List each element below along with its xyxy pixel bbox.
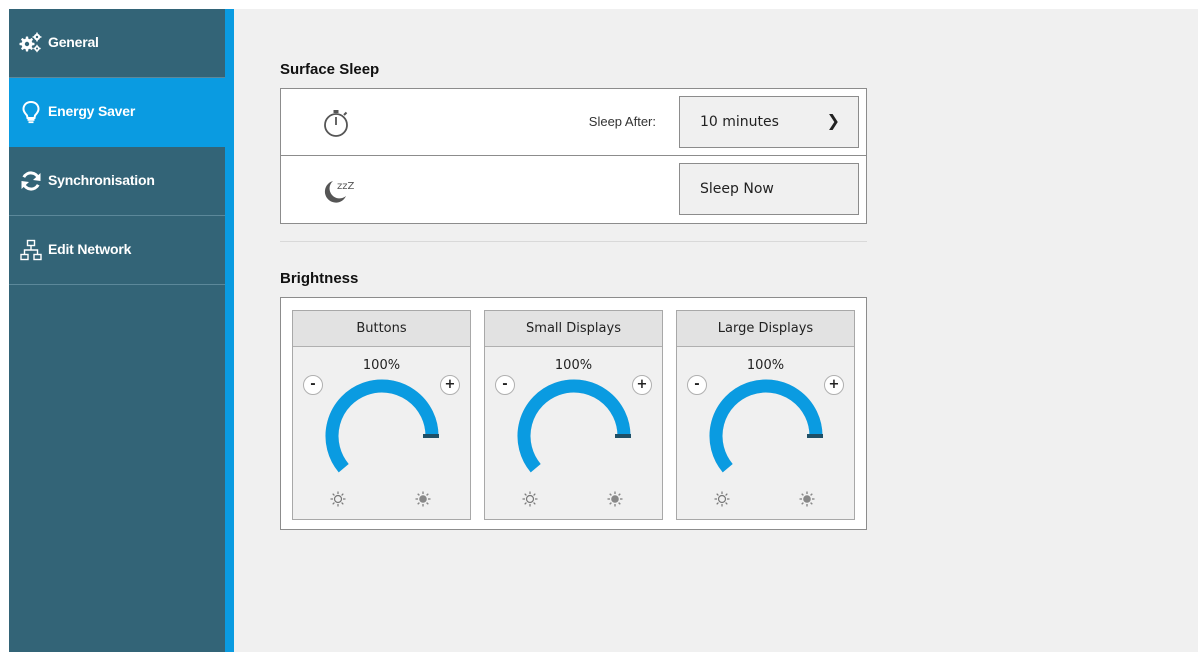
dial-fill [517,379,631,473]
sidebar-item-edit-network[interactable]: Edit Network [9,216,225,285]
brightness-panel-large-displays: Large Displays 100% - + [676,310,855,520]
panel-header: Large Displays [677,311,854,347]
lightbulb-icon [22,100,40,124]
panel-header: Small Displays [485,311,662,347]
low-brightness-icon [714,491,730,507]
sidebar-item-label: General [48,34,99,50]
zzz-text: zzZ [337,181,354,192]
sleep-after-value: 10 minutes [700,114,779,130]
sidebar-item-label: Synchronisation [48,172,155,188]
sidebar-item-synchronisation[interactable]: Synchronisation [9,147,225,216]
sleep-now-row: zzZ Sleep Now [281,156,866,223]
brightness-dial[interactable] [509,379,639,489]
section-divider [280,241,867,242]
sidebar-item-general[interactable]: General [9,9,225,78]
sidebar-item-energy-saver[interactable]: Energy Saver [9,78,225,147]
brightness-value: 100% [362,358,401,373]
sidebar-item-label: Edit Network [48,241,132,257]
sleep-now-button[interactable]: Sleep Now [679,163,859,215]
sidebar: General Energy Saver Synchronisation Edi… [9,9,225,652]
dial-fill [325,379,439,473]
network-icon [20,239,42,261]
chevron-right-icon: ❯ [826,111,840,130]
low-brightness-icon [330,491,346,507]
sidebar-item-label: Energy Saver [48,103,136,119]
moon-zzz-icon: zzZ [324,181,354,203]
app-window: General Energy Saver Synchronisation Edi… [9,9,1198,652]
surface-sleep-title: Surface Sleep [280,61,380,78]
sleep-after-row: Sleep After: 10 minutes ❯ [281,89,866,156]
brightness-value: 100% [554,358,593,373]
high-brightness-icon [799,491,815,507]
low-brightness-icon [522,491,538,507]
sleep-after-label: Sleep After: [588,114,656,129]
high-brightness-icon [607,491,623,507]
surface-sleep-box: Sleep After: 10 minutes ❯ zzZ Sleep Now [280,88,867,224]
brightness-value: 100% [746,358,785,373]
brightness-panel-buttons: Buttons 100% - + [292,310,471,520]
stopwatch-icon [324,110,348,137]
dial-fill [709,379,823,473]
brightness-dial[interactable] [317,379,447,489]
gears-icon [19,32,42,53]
brightness-dial[interactable] [701,379,831,489]
brightness-title: Brightness [280,270,359,287]
sidebar-accent-bar [225,9,234,652]
high-brightness-icon [415,491,431,507]
brightness-box: Buttons 100% - + Small Displays 100% - +… [280,297,867,530]
panel-header: Buttons [293,311,470,347]
sync-icon [21,171,41,191]
brightness-panel-small-displays: Small Displays 100% - + [484,310,663,520]
sleep-after-select[interactable]: 10 minutes ❯ [679,96,859,148]
